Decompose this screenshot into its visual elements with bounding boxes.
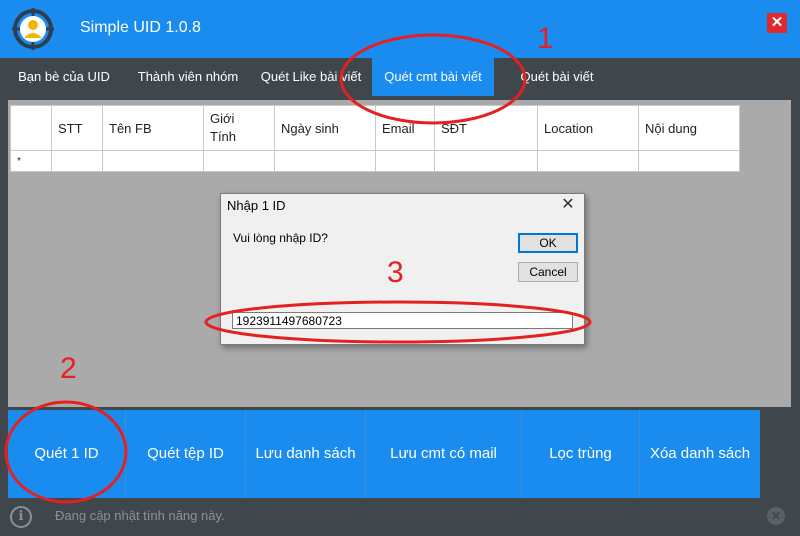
window-title: Simple UID 1.0.8 xyxy=(80,19,201,36)
grid-cell[interactable] xyxy=(638,150,740,172)
grid-header-sdt[interactable]: SĐT xyxy=(434,105,538,151)
app-logo-icon xyxy=(12,8,54,50)
close-window-button[interactable]: ✕ xyxy=(767,13,787,33)
grid-header-ten-fb[interactable]: Tên FB xyxy=(102,105,204,151)
grid-cell[interactable] xyxy=(375,150,435,172)
annotation-number-3: 3 xyxy=(387,256,404,289)
id-input[interactable]: 1923911497680723 xyxy=(232,312,573,329)
grid-header-noi-dung[interactable]: Nội dung xyxy=(638,105,740,151)
grid-cell[interactable] xyxy=(434,150,538,172)
dialog-title: Nhập 1 ID xyxy=(227,198,286,213)
grid-header-gioi-tinh[interactable]: Giới Tính xyxy=(203,105,275,151)
tab-quet-like-bai-viet[interactable]: Quét Like bài viết xyxy=(252,58,370,96)
tab-quet-cmt-bai-viet[interactable]: Quét cmt bài viết xyxy=(372,58,494,96)
title-bar: Simple UID 1.0.8 ✕ xyxy=(0,0,800,58)
new-row-marker: * xyxy=(10,150,52,172)
grid-new-row[interactable]: * xyxy=(10,150,740,172)
data-grid[interactable]: STT Tên FB Giới Tính Ngày sinh Email SĐT… xyxy=(10,105,740,172)
info-icon: i xyxy=(10,506,32,528)
grid-header-ngay-sinh[interactable]: Ngày sinh xyxy=(274,105,376,151)
quet-tep-id-button[interactable]: Quét tệp ID xyxy=(126,410,246,498)
grid-header-selector xyxy=(10,105,52,151)
cancel-button[interactable]: Cancel xyxy=(518,262,578,282)
grid-header-row: STT Tên FB Giới Tính Ngày sinh Email SĐT… xyxy=(10,105,740,151)
tab-ban-be-cua-uid[interactable]: Bạn bè của UID xyxy=(8,58,120,96)
quet-1-id-button[interactable]: Quét 1 ID xyxy=(8,410,126,498)
tab-quet-bai-viet[interactable]: Quét bài viết xyxy=(502,58,612,96)
grid-cell[interactable] xyxy=(102,150,204,172)
grid-cell[interactable] xyxy=(274,150,376,172)
tab-thanh-vien-nhom[interactable]: Thành viên nhóm xyxy=(124,58,252,96)
status-text: Đang cập nhật tính năng này. xyxy=(55,508,225,523)
ok-button[interactable]: OK xyxy=(518,233,578,253)
tab-bar: Bạn bè của UID Thành viên nhóm Quét Like… xyxy=(0,58,800,96)
annotation-number-2: 2 xyxy=(60,352,77,385)
grid-header-stt[interactable]: STT xyxy=(51,105,103,151)
xoa-danh-sach-button[interactable]: Xóa danh sách xyxy=(640,410,760,498)
annotation-number-1: 1 xyxy=(537,22,554,55)
grid-cell[interactable] xyxy=(203,150,275,172)
status-close-icon[interactable]: ✕ xyxy=(767,507,785,525)
grid-header-location[interactable]: Location xyxy=(537,105,639,151)
luu-danh-sach-button[interactable]: Lưu danh sách xyxy=(246,410,366,498)
grid-cell[interactable] xyxy=(537,150,639,172)
dialog-prompt: Vui lòng nhập ID? xyxy=(233,231,328,245)
dialog-close-button[interactable]: ✕ xyxy=(557,194,579,216)
loc-trung-button[interactable]: Lọc trùng xyxy=(522,410,640,498)
grid-cell[interactable] xyxy=(51,150,103,172)
grid-header-email[interactable]: Email xyxy=(375,105,435,151)
action-button-bar: Quét 1 ID Quét tệp ID Lưu danh sách Lưu … xyxy=(8,410,791,498)
luu-cmt-co-mail-button[interactable]: Lưu cmt có mail xyxy=(366,410,522,498)
